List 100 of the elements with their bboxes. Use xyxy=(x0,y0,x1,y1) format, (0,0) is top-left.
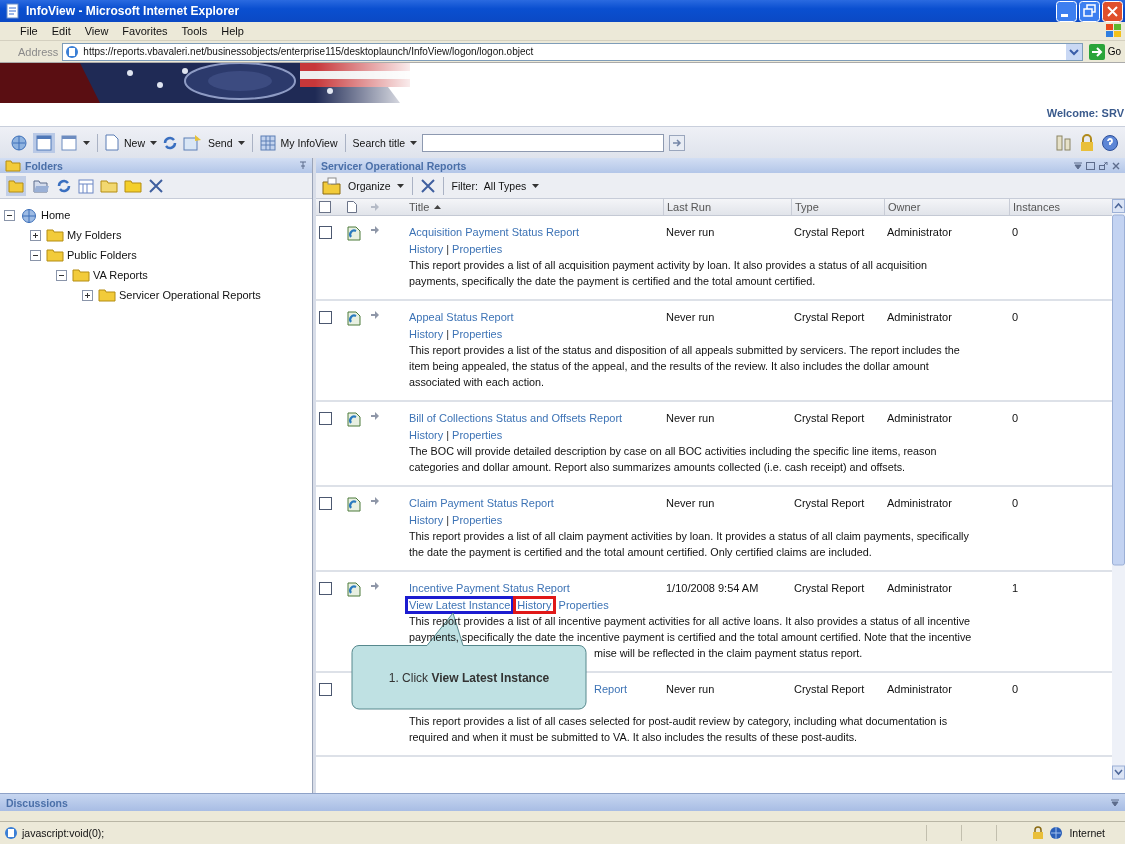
instances-count: 0 xyxy=(1012,411,1019,426)
restore-icon[interactable] xyxy=(1079,0,1100,22)
go-button[interactable]: Go xyxy=(1086,43,1123,60)
history-link[interactable]: History xyxy=(409,326,444,342)
view-instance-link[interactable]: View Latest Instance xyxy=(405,596,515,614)
document-icon[interactable] xyxy=(105,134,119,151)
refresh-icon[interactable] xyxy=(56,177,72,194)
column-header[interactable]: Instances xyxy=(1013,201,1061,213)
tree-item[interactable]: Servicer Operational Reports xyxy=(119,289,261,301)
properties-link[interactable]: Properties xyxy=(452,326,503,342)
tree-item[interactable]: My Folders xyxy=(67,229,122,241)
collapse-icon[interactable] xyxy=(1111,798,1119,807)
menu-item[interactable]: Tools xyxy=(181,25,208,37)
search-go-icon[interactable] xyxy=(669,134,686,151)
instances-count: 0 xyxy=(1012,225,1019,240)
scrollbar-drawing[interactable] xyxy=(1112,199,1125,780)
filter-dropdown[interactable]: All Types xyxy=(483,179,527,192)
report-title-link[interactable]: Bill of Collections Status and Offsets Report xyxy=(409,410,623,426)
menu-item[interactable]: Favorites xyxy=(122,25,168,37)
checkbox[interactable] xyxy=(319,582,332,595)
last-run-text: Never run xyxy=(666,411,715,426)
send-button[interactable]: Send xyxy=(208,136,233,149)
column-header[interactable]: Last Run xyxy=(667,201,712,213)
arrow-icon[interactable] xyxy=(371,311,379,319)
report-title-link[interactable]: Acquisition Payment Status Report xyxy=(409,224,579,240)
menu-item[interactable]: File xyxy=(20,25,38,37)
my-infoview-button[interactable]: My InfoView xyxy=(280,136,338,149)
globe-icon[interactable] xyxy=(10,133,28,152)
column-header[interactable]: Owner xyxy=(888,201,921,213)
tree-item[interactable]: Home xyxy=(41,209,71,221)
column-header[interactable]: Title xyxy=(409,201,430,213)
expander-icon[interactable] xyxy=(4,209,15,221)
checkbox[interactable] xyxy=(319,311,332,324)
report-title-link[interactable]: Report xyxy=(594,681,628,697)
checkbox[interactable] xyxy=(319,412,332,425)
expander-icon[interactable] xyxy=(82,289,93,301)
report-title-link[interactable]: Claim Payment Status Report xyxy=(409,495,554,511)
history-link[interactable]: History xyxy=(409,512,444,528)
address-field[interactable]: https://reports.vbavaleri.net/businessobjects/enterprise115/desktoplaunch/InfoView/logon/logon.object xyxy=(62,42,1083,61)
properties-link[interactable]: Properties xyxy=(452,427,503,443)
organize-folder-icon[interactable] xyxy=(322,176,342,195)
caret-icon[interactable] xyxy=(396,183,404,188)
report-title-link[interactable]: Incentive Payment Status Report xyxy=(409,580,570,596)
new-button[interactable]: New xyxy=(124,136,145,149)
caret-icon[interactable] xyxy=(83,140,90,145)
globe-icon xyxy=(1049,826,1064,840)
tree-item[interactable]: VA Reports xyxy=(93,269,148,281)
checkbox[interactable] xyxy=(319,226,332,239)
search-field[interactable] xyxy=(422,133,665,152)
arrow-icon[interactable] xyxy=(371,226,379,234)
column-header[interactable]: Type xyxy=(795,201,819,213)
layout-icon[interactable] xyxy=(60,133,78,152)
lock-icon[interactable] xyxy=(1078,133,1096,152)
properties-link[interactable]: Properties xyxy=(558,597,609,613)
delete-icon[interactable] xyxy=(148,177,164,194)
page-icon xyxy=(5,3,21,19)
close-icon[interactable] xyxy=(1112,161,1120,170)
arrow-icon[interactable] xyxy=(371,497,379,505)
menu-item[interactable]: Edit xyxy=(51,25,71,37)
expander-icon[interactable] xyxy=(30,249,41,261)
folder-icon xyxy=(46,248,64,262)
dropdown-icon[interactable] xyxy=(1065,43,1082,60)
menu-item[interactable]: View xyxy=(84,25,109,37)
collapse-icon[interactable] xyxy=(1074,161,1082,170)
owner-text: Administrator xyxy=(887,225,952,240)
maximize-icon[interactable] xyxy=(1086,161,1095,170)
checkbox[interactable] xyxy=(319,497,332,510)
checkbox[interactable] xyxy=(319,201,331,213)
history-link[interactable]: History xyxy=(409,427,444,443)
grid-icon[interactable] xyxy=(259,134,276,151)
refresh-icon[interactable] xyxy=(162,134,178,151)
arrow-icon[interactable] xyxy=(371,582,379,590)
menu-item[interactable]: Help xyxy=(221,25,244,37)
report-icon xyxy=(347,582,361,597)
properties-link[interactable]: Properties xyxy=(452,512,503,528)
caret-icon[interactable] xyxy=(237,140,245,145)
search-option-button[interactable]: Search title xyxy=(352,136,406,149)
delete-icon[interactable] xyxy=(420,178,435,193)
caret-icon[interactable] xyxy=(410,140,418,145)
layout-icon[interactable] xyxy=(33,132,55,153)
page-icon xyxy=(65,44,80,59)
checkbox[interactable] xyxy=(319,683,332,696)
popout-icon[interactable] xyxy=(1099,161,1108,170)
tree-item[interactable]: Public Folders xyxy=(67,249,137,261)
expander-icon[interactable] xyxy=(30,229,41,241)
arrow-icon[interactable] xyxy=(371,412,379,420)
expander-icon[interactable] xyxy=(56,269,67,281)
help-icon[interactable] xyxy=(1101,133,1119,152)
pin-icon[interactable] xyxy=(299,161,307,170)
caret-icon[interactable] xyxy=(532,183,540,188)
organize-button[interactable]: Organize xyxy=(348,179,391,192)
caret-icon[interactable] xyxy=(150,140,157,145)
history-link[interactable]: History xyxy=(513,596,556,614)
report-title-link[interactable]: Appeal Status Report xyxy=(409,309,514,325)
calendar-icon[interactable] xyxy=(78,177,94,194)
open-folder-icon[interactable] xyxy=(32,177,50,194)
columns-icon[interactable] xyxy=(1055,133,1073,152)
minimize-icon[interactable] xyxy=(1056,0,1077,22)
properties-link[interactable]: Properties xyxy=(452,241,503,257)
history-link[interactable]: History xyxy=(409,241,444,257)
